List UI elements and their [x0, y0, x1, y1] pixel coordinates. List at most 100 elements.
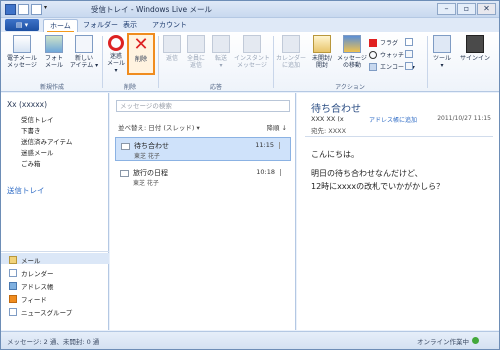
reading-subject: 待ち合わせ	[311, 104, 361, 115]
ribbon-separator	[427, 36, 428, 88]
reading-date: 2011/10/27 11:15	[437, 115, 491, 122]
ribbon-tabs: ▤ ▾ ホーム フォルダー 表示 アカウント	[1, 18, 499, 33]
reply-arrow-icon	[163, 35, 181, 53]
message-list-pane: メッセージの検索 並べ替え: 日付 (スレッド) ▾ 降順 ↓ 待ち合わせ 東芝…	[110, 93, 296, 330]
instant-message-button[interactable]: インスタント メッセージ	[233, 35, 271, 69]
ribbon-separator	[273, 36, 274, 88]
reading-separator	[305, 136, 493, 137]
folder-drafts[interactable]: 下書き	[21, 125, 41, 135]
close-button[interactable]: ✕	[477, 3, 496, 15]
add-to-calendar-button[interactable]: カレンダー に追加	[275, 35, 307, 69]
group-label-delete: 削除	[123, 84, 136, 91]
watch-button[interactable]: ウォッチ	[369, 50, 404, 59]
mail-icon	[9, 256, 17, 264]
more-icon[interactable]	[405, 62, 413, 70]
signin-button[interactable]: サインイン	[457, 35, 493, 62]
reading-pane: 待ち合わせ XXX XX (x アドレス帳に追加 2011/10/27 11:1…	[297, 93, 499, 330]
reply-all-icon	[187, 35, 205, 53]
group-label-actions: アクション	[335, 84, 365, 91]
reply-icon[interactable]	[31, 4, 42, 15]
new-mail-icon[interactable]	[18, 4, 29, 15]
reading-recipient: 宛先: XXXX	[311, 127, 347, 135]
ribbon-separator	[158, 36, 159, 88]
email-icon	[13, 35, 31, 53]
photo-email-button[interactable]: フォト メール	[41, 35, 67, 69]
message-sender: 東芝 花子	[134, 153, 160, 160]
message-time: 11:15	[255, 141, 274, 149]
tab-home[interactable]: ホーム	[43, 19, 78, 33]
forward-button[interactable]: 転送 ▾	[210, 35, 232, 69]
message-count: メッセージ: 2 通、未開封: 0 通	[7, 338, 100, 346]
title-bar: ▾ 受信トレイ - Windows Live メール – ▫ ✕	[1, 1, 499, 18]
app-window: ▾ 受信トレイ - Windows Live メール – ▫ ✕ ▤ ▾ ホーム…	[0, 0, 500, 350]
folder-pane: Xx (xxxxx) 受信トレイ 下書き 送信済みアイテム 迷惑メール ごみ箱 …	[1, 93, 109, 330]
junk-icon	[108, 35, 124, 51]
nav-calendar[interactable]: カレンダー	[9, 268, 54, 278]
forward-icon	[212, 35, 230, 53]
folder-inbox[interactable]: 受信トレイ	[21, 114, 54, 124]
nav-separator	[1, 251, 109, 252]
account-header[interactable]: Xx (xxxxx)	[7, 100, 47, 109]
quick-access-toolbar: ▾	[5, 4, 51, 15]
folder-sent[interactable]: 送信済みアイテム	[21, 136, 72, 146]
add-to-contacts-link[interactable]: アドレス帳に追加	[369, 115, 417, 124]
unread-read-button[interactable]: 未開封/ 開封	[307, 35, 337, 69]
folder-outbox[interactable]: 送信トレイ	[7, 185, 45, 196]
online-status[interactable]: オンライン作業中	[417, 336, 469, 346]
window-controls: – ▫ ✕	[437, 3, 496, 15]
folder-junk[interactable]: 迷惑メール	[21, 147, 54, 157]
delete-x-icon: ✕	[133, 34, 149, 55]
app-menu-button[interactable]: ▤ ▾	[5, 19, 39, 31]
folder-move-icon	[343, 35, 361, 53]
new-items-button[interactable]: 新しい アイテム ▾	[68, 35, 100, 69]
online-status-icon	[472, 337, 479, 344]
body-line: 12時にxxxxの改札でいかがかしら？	[311, 182, 445, 191]
search-input[interactable]: メッセージの検索	[116, 100, 290, 112]
envelope-icon	[313, 35, 331, 53]
nav-contacts[interactable]: アドレス帳	[9, 281, 54, 291]
tab-account[interactable]: アカウント	[146, 19, 193, 33]
encode-icon	[369, 62, 377, 71]
move-message-button[interactable]: メッセージ の移動	[337, 35, 367, 69]
order-toggle[interactable]: 降順 ↓	[266, 122, 287, 132]
envelope-icon	[120, 170, 129, 177]
flag-icon[interactable]	[280, 169, 287, 176]
reply-all-button[interactable]: 全員に 返信	[183, 35, 209, 69]
message-subject: 旅行の日程	[133, 169, 168, 177]
envelope-icon	[121, 143, 130, 150]
ribbon-separator	[102, 36, 103, 88]
qat-dropdown-icon[interactable]: ▾	[44, 4, 51, 15]
folder-trash[interactable]: ごみ箱	[21, 158, 41, 168]
message-sender: 東芝 花子	[133, 180, 159, 187]
nav-mail[interactable]: メール	[9, 255, 41, 265]
print-icon[interactable]	[405, 50, 413, 58]
body-line: こんにちは。	[311, 150, 359, 159]
user-icon	[466, 35, 484, 53]
copy-icon[interactable]	[405, 38, 413, 46]
reading-sender: XXX XX (x	[311, 115, 344, 123]
junk-mail-button[interactable]: 迷惑 メール ▾	[105, 35, 127, 74]
tools-button[interactable]: ツール ▾	[431, 35, 453, 69]
flag-icon	[369, 38, 377, 47]
tab-view[interactable]: 表示	[117, 19, 143, 33]
message-time: 10:18	[256, 168, 275, 176]
calendar-icon	[282, 35, 300, 53]
minimize-button[interactable]: –	[437, 3, 456, 15]
flag-icon[interactable]	[279, 142, 286, 149]
nav-newsgroups[interactable]: ニュースグループ	[9, 307, 72, 317]
flag-button[interactable]: フラグ	[369, 38, 398, 47]
reply-button[interactable]: 返信	[161, 35, 183, 62]
contacts-icon	[9, 282, 17, 290]
message-row[interactable]: 旅行の日程 東芝 花子 10:18	[115, 165, 291, 189]
group-label-new: 新規作成	[39, 84, 64, 91]
maximize-button[interactable]: ▫	[457, 3, 476, 15]
ribbon: 電子メール メッセージ フォト メール 新しい アイテム ▾ 新規作成 迷惑 メ…	[1, 32, 499, 92]
nav-feeds[interactable]: フィード	[9, 294, 47, 304]
message-row[interactable]: 待ち合わせ 東芝 花子 11:15	[115, 137, 291, 161]
newsgroup-icon	[9, 308, 17, 316]
delete-button[interactable]: ✕ 削除	[127, 33, 155, 75]
new-items-icon	[75, 35, 93, 53]
sort-dropdown[interactable]: 並べ替え: 日付 (スレッド) ▾	[118, 122, 200, 132]
new-email-button[interactable]: 電子メール メッセージ	[5, 35, 39, 69]
photo-icon	[45, 35, 63, 53]
